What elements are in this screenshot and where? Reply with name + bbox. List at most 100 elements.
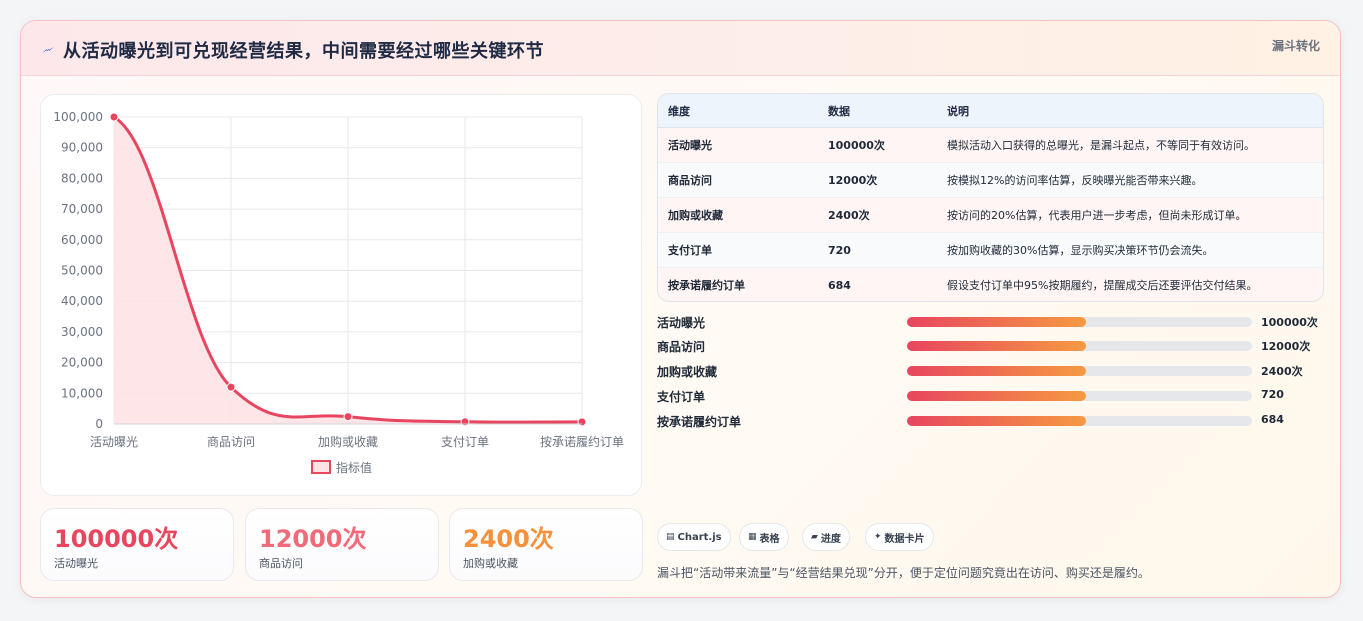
- y-tick-label: 50,000: [61, 264, 103, 278]
- table-cell: 按加购收藏的30%估算，显示购买决策环节仍会流失。: [937, 232, 1323, 268]
- chip-data-cards[interactable]: ✦ 数据卡片: [865, 523, 934, 551]
- progress-row: 活动曝光 100000次: [657, 313, 1327, 331]
- data-point: [226, 382, 236, 392]
- table-cell: 2400次: [818, 197, 937, 233]
- chip-chartjs[interactable]: ▤ Chart.js: [657, 523, 731, 551]
- progress-track: [907, 341, 1252, 351]
- kpi-value: 12000次: [259, 525, 367, 553]
- data-table: 维度 数据 说明 活动曝光 100000次 模拟活动入口获得的总曝光，是漏斗起点…: [657, 93, 1324, 302]
- table-cell: 684: [818, 267, 937, 301]
- y-tick-label: 10,000: [61, 386, 103, 400]
- data-point: [577, 417, 587, 427]
- y-tick-label: 20,000: [61, 356, 103, 370]
- table-icon: ▦: [748, 532, 757, 542]
- progress-value: 720: [1261, 388, 1284, 401]
- table-cell: 模拟活动入口获得的总曝光，是漏斗起点，不等同于有效访问。: [937, 127, 1323, 163]
- progress-track: [907, 317, 1252, 327]
- table-header-row: 维度 数据 说明: [658, 94, 1323, 128]
- kpi-label: 商品访问: [259, 557, 303, 570]
- table-row: 商品访问 12000次 按模拟12%的访问率估算，反映曝光能否带来兴趣。: [658, 162, 1323, 198]
- table-row: 支付订单 720 按加购收藏的30%估算，显示购买决策环节仍会流失。: [658, 232, 1323, 268]
- y-tick-label: 0: [95, 417, 103, 431]
- progress-track: [907, 366, 1252, 376]
- legend-swatch: [311, 460, 331, 474]
- legend-label: 指标值: [336, 460, 372, 475]
- table-cell: 商品访问: [658, 162, 818, 198]
- progress-track: [907, 391, 1252, 401]
- column-header: 维度: [658, 94, 818, 128]
- kpi-card-visits: 12000次 商品访问: [245, 508, 439, 581]
- column-header: 说明: [937, 94, 1323, 128]
- progress-icon: ▰: [811, 532, 818, 542]
- y-tick-label: 100,000: [53, 110, 103, 124]
- card-header: 从活动曝光到可兑现经营结果，中间需要经过哪些关键环节 漏斗转化: [21, 21, 1340, 76]
- table-row: 按承诺履约订单 684 假设支付订单中95%按期履约，提醒成交后还要评估交付结果…: [658, 267, 1323, 301]
- progress-fill: [907, 317, 1087, 327]
- table-cell: 支付订单: [658, 232, 818, 268]
- table-cell: 假设支付订单中95%按期履约，提醒成交后还要评估交付结果。: [937, 267, 1323, 301]
- column-header: 数据: [818, 94, 937, 128]
- kpi-card-exposure: 100000次 活动曝光: [40, 508, 234, 581]
- y-tick-label: 60,000: [61, 233, 103, 247]
- progress-track: [907, 416, 1252, 426]
- progress-label: 按承诺履约订单: [657, 415, 742, 429]
- y-tick-label: 80,000: [61, 171, 103, 185]
- table-cell: 720: [818, 232, 937, 268]
- data-point: [460, 417, 470, 427]
- progress-fill: [907, 341, 1087, 351]
- x-tick-label: 按承诺履约订单: [540, 434, 624, 449]
- page-title: 从活动曝光到可兑现经营结果，中间需要经过哪些关键环节: [63, 41, 544, 62]
- chip-label: 表格: [759, 533, 780, 545]
- table-row: 活动曝光 100000次 模拟活动入口获得的总曝光，是漏斗起点，不等同于有效访问…: [658, 127, 1323, 163]
- funnel-line-chart: 0 10,000 20,000 30,000 40,000 50,000 60,000 70,…: [40, 94, 642, 496]
- funnel-tag: 漏斗转化: [1271, 39, 1320, 53]
- y-tick-label: 90,000: [61, 141, 103, 155]
- data-point: [109, 112, 119, 122]
- progress-value: 684: [1261, 413, 1284, 426]
- progress-fill: [907, 391, 1087, 401]
- funnel-card: 从活动曝光到可兑现经营结果，中间需要经过哪些关键环节 漏斗转化 0 10,000 2…: [20, 20, 1341, 598]
- kpi-value: 100000次: [54, 525, 179, 553]
- chip-label: 数据卡片: [884, 533, 925, 545]
- table-cell: 加购或收藏: [658, 197, 818, 233]
- chip-table[interactable]: ▦ 表格: [739, 523, 789, 551]
- progress-row: 支付订单 720: [657, 387, 1327, 405]
- progress-label: 活动曝光: [657, 316, 706, 330]
- table-cell: 按访问的20%估算，代表用户进一步考虑，但尚未形成订单。: [937, 197, 1323, 233]
- kpi-card-cart: 2400次 加购或收藏: [449, 508, 643, 581]
- y-tick-label: 40,000: [61, 294, 103, 308]
- kpi-value: 2400次: [463, 525, 554, 553]
- x-tick-label: 活动曝光: [90, 435, 138, 449]
- progress-label: 加购或收藏: [657, 365, 718, 379]
- table-cell: 按承诺履约订单: [658, 267, 818, 301]
- table-row: 加购或收藏 2400次 按访问的20%估算，代表用户进一步考虑，但尚未形成订单。: [658, 197, 1323, 233]
- chart-svg: 0 10,000 20,000 30,000 40,000 50,000 60,000 70,…: [53, 110, 624, 475]
- chip-label: 进度: [820, 533, 841, 545]
- progress-row: 按承诺履约订单 684: [657, 412, 1327, 430]
- x-tick-label: 商品访问: [207, 434, 255, 449]
- footnote: 漏斗把“活动带来流量”与“经营结果兑现”分开，便于定位问题究竟出在访问、购买还是…: [657, 566, 1150, 580]
- sparkle-icon: ✦: [874, 532, 882, 542]
- progress-value: 2400次: [1261, 365, 1303, 378]
- table-cell: 活动曝光: [658, 127, 818, 163]
- y-tick-label: 70,000: [61, 202, 103, 216]
- x-tick-label: 支付订单: [441, 435, 489, 449]
- x-tick-label: 加购或收藏: [318, 434, 378, 449]
- progress-label: 支付订单: [657, 390, 706, 404]
- chip-label: Chart.js: [677, 531, 722, 543]
- bolt-icon: [42, 47, 54, 53]
- progress-value: 100000次: [1261, 316, 1318, 329]
- progress-label: 商品访问: [657, 340, 706, 354]
- chip-progress[interactable]: ▰ 进度: [802, 523, 850, 551]
- table-cell: 100000次: [818, 127, 937, 163]
- y-tick-label: 30,000: [61, 325, 103, 339]
- table-cell: 按模拟12%的访问率估算，反映曝光能否带来兴趣。: [937, 162, 1323, 198]
- table-cell: 12000次: [818, 162, 937, 198]
- kpi-label: 加购或收藏: [463, 557, 518, 570]
- data-point: [343, 412, 353, 422]
- chart-icon: ▤: [666, 532, 675, 542]
- progress-fill: [907, 416, 1087, 426]
- progress-value: 12000次: [1261, 340, 1311, 353]
- kpi-label: 活动曝光: [54, 557, 98, 570]
- progress-row: 商品访问 12000次: [657, 337, 1327, 355]
